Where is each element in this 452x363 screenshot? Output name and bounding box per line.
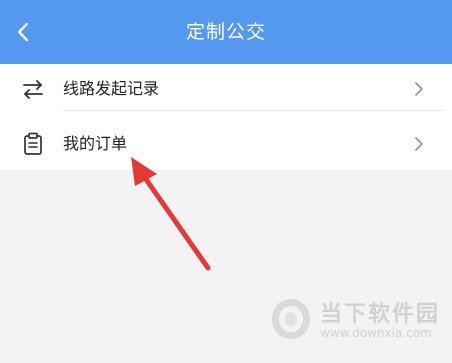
menu-item-label: 我的订单	[63, 134, 128, 153]
watermark-logo-icon	[272, 299, 310, 339]
page-title: 定制公交	[185, 21, 266, 43]
menu-list: 线路发起记录 我的订单	[0, 64, 452, 170]
watermark-url: www.downxia.com	[320, 326, 432, 340]
watermark: 当下软件园 www.downxia.com	[268, 296, 448, 356]
chevron-right-icon	[415, 82, 423, 96]
chevron-right-icon	[415, 137, 423, 151]
menu-item-route-records[interactable]: 线路发起记录	[0, 64, 452, 114]
divider	[63, 110, 442, 111]
clipboard-icon	[24, 132, 42, 155]
menu-item-my-orders[interactable]: 我的订单	[0, 119, 452, 169]
route-swap-icon	[23, 80, 43, 99]
menu-item-label: 线路发起记录	[63, 79, 160, 98]
app-screen: 定制公交 线路发起记录 我的订单 当下软件园 www.downxia.com	[0, 0, 452, 363]
watermark-brand: 当下软件园	[320, 302, 441, 327]
top-nav-bar: 定制公交	[0, 0, 452, 64]
